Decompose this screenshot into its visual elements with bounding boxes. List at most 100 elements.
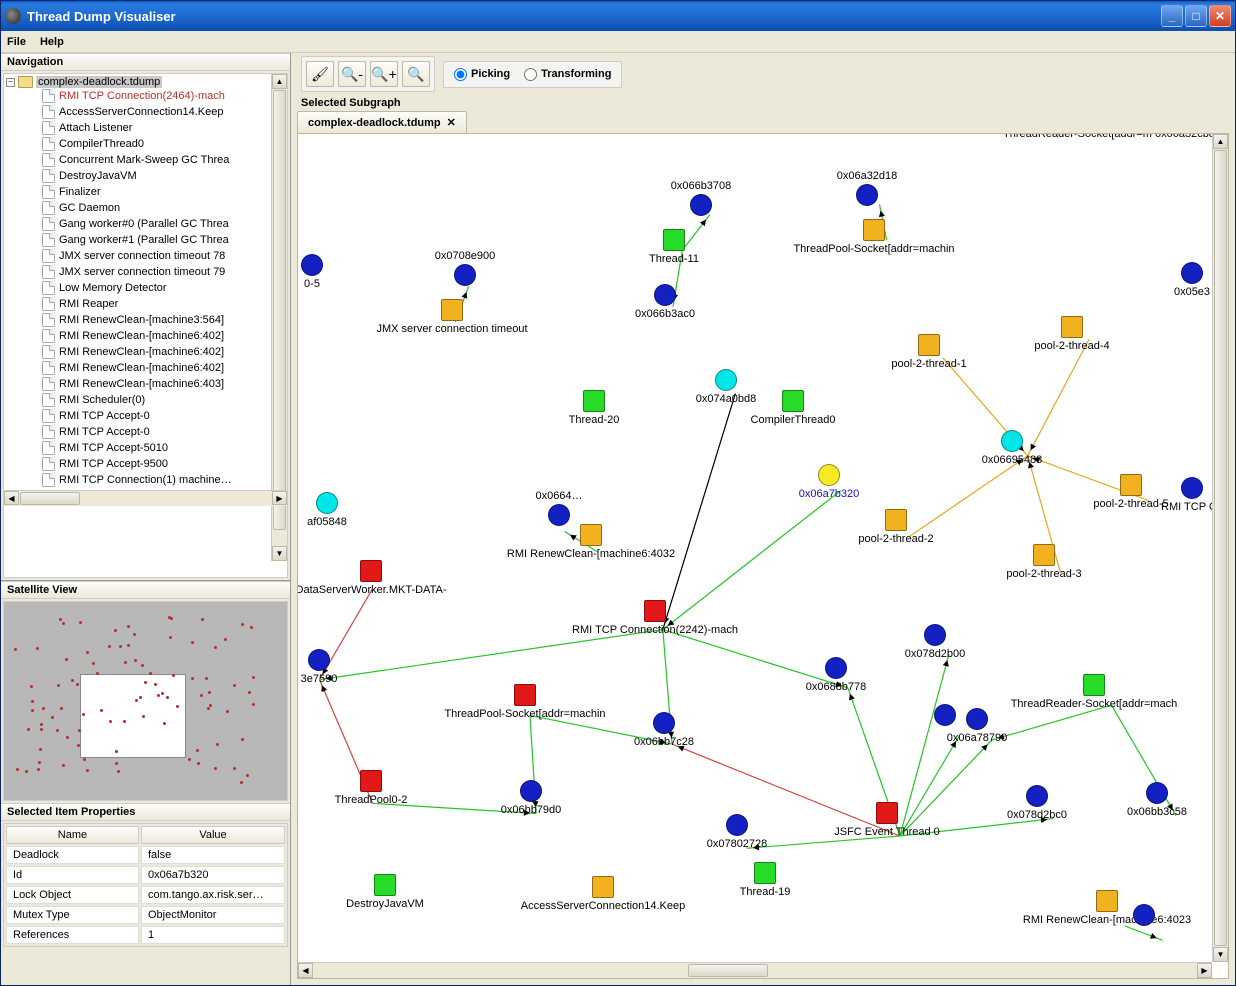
tree-item[interactable]: RMI RenewClean-[machine6:402]: [6, 360, 285, 376]
table-row[interactable]: Deadlockfalse: [6, 846, 285, 864]
graph-horizontal-scrollbar[interactable]: ◀ ▶: [298, 962, 1212, 978]
scroll-left-icon[interactable]: ◀: [298, 963, 313, 978]
satellite-view[interactable]: [3, 601, 288, 801]
scroll-down-icon[interactable]: ▼: [1213, 947, 1228, 962]
picking-radio[interactable]: Picking: [454, 68, 510, 81]
tree-item[interactable]: RMI TCP Connection(2464)-mach: [6, 88, 285, 104]
tree-item[interactable]: RMI TCP Accept-0: [6, 408, 285, 424]
graph-node[interactable]: [1181, 262, 1203, 284]
graph-node[interactable]: [454, 264, 476, 286]
tree-item[interactable]: AccessServerConnection14.Keep: [6, 104, 285, 120]
scroll-up-icon[interactable]: ▲: [272, 74, 287, 89]
nav-horizontal-scrollbar[interactable]: ◀ ▶: [4, 490, 287, 506]
graph-node[interactable]: [644, 600, 666, 622]
table-row[interactable]: Lock Objectcom.tango.ax.risk.ser…: [6, 886, 285, 904]
graph-node[interactable]: [1146, 782, 1168, 804]
graph-node[interactable]: [301, 254, 323, 276]
scroll-up-icon[interactable]: ▲: [1213, 134, 1228, 149]
graph-node[interactable]: [360, 770, 382, 792]
menu-file[interactable]: File: [7, 36, 26, 48]
tree-item[interactable]: RMI Reaper: [6, 296, 285, 312]
tree-item[interactable]: RMI RenewClean-[machine3:564]: [6, 312, 285, 328]
graph-node[interactable]: [825, 657, 847, 679]
graph-node[interactable]: [653, 712, 675, 734]
graph-node[interactable]: [1033, 544, 1055, 566]
graph-node[interactable]: [316, 492, 338, 514]
graph-node[interactable]: [782, 390, 804, 412]
graph-node[interactable]: [966, 708, 988, 730]
tab-dump[interactable]: complex-deadlock.tdump ✕: [297, 111, 467, 133]
graph-node[interactable]: [818, 464, 840, 486]
graph-node[interactable]: [934, 704, 956, 726]
tree-item[interactable]: RMI TCP Accept-0: [6, 424, 285, 440]
scroll-thumb[interactable]: [273, 90, 286, 530]
tree-item[interactable]: JMX server connection timeout 78: [6, 248, 285, 264]
scroll-thumb[interactable]: [1214, 150, 1227, 946]
tree-item[interactable]: Gang worker#1 (Parallel GC Threa: [6, 232, 285, 248]
graph-node[interactable]: [663, 229, 685, 251]
titlebar[interactable]: Thread Dump Visualiser _ □ ✕: [1, 1, 1235, 31]
graph-node[interactable]: [592, 876, 614, 898]
menu-help[interactable]: Help: [40, 36, 64, 48]
graph-node[interactable]: [918, 334, 940, 356]
tree-item[interactable]: GC Daemon: [6, 200, 285, 216]
graph-node[interactable]: [1181, 477, 1203, 499]
graph-node[interactable]: [690, 194, 712, 216]
graph-node[interactable]: [520, 780, 542, 802]
graph-node[interactable]: [308, 649, 330, 671]
graph-canvas[interactable]: 0x066b3708Thread-110x066b3ac00x06a32d18T…: [297, 133, 1229, 979]
scroll-right-icon[interactable]: ▶: [272, 491, 287, 505]
tree-item[interactable]: Attach Listener: [6, 120, 285, 136]
zoom-in-button[interactable]: 🔍+: [370, 61, 398, 87]
table-row[interactable]: Id0x06a7b320: [6, 866, 285, 884]
graph-node[interactable]: [863, 219, 885, 241]
graph-node[interactable]: [856, 184, 878, 206]
tree-item[interactable]: RMI TCP Connection(1) machine…: [6, 472, 285, 488]
table-row[interactable]: References1: [6, 926, 285, 944]
graph-node[interactable]: [1061, 316, 1083, 338]
close-button[interactable]: ✕: [1209, 5, 1231, 27]
satellite-viewport[interactable]: [80, 674, 186, 758]
graph-node[interactable]: [441, 299, 463, 321]
navigation-tree[interactable]: ⎯ complex-deadlock.tdump RMI TCP Connect…: [3, 73, 288, 578]
tree-item[interactable]: Concurrent Mark-Sweep GC Threa: [6, 152, 285, 168]
maximize-button[interactable]: □: [1185, 5, 1207, 27]
tree-item[interactable]: RMI Scheduler(0): [6, 392, 285, 408]
tree-item[interactable]: CompilerThread0: [6, 136, 285, 152]
graph-node[interactable]: [1083, 674, 1105, 696]
tree-item[interactable]: Finalizer: [6, 184, 285, 200]
nav-vertical-scrollbar[interactable]: ▲ ▼: [271, 74, 287, 561]
properties-header-name[interactable]: Name: [6, 826, 139, 844]
graph-node[interactable]: [1001, 430, 1023, 452]
graph-node[interactable]: [715, 369, 737, 391]
graph-node[interactable]: [924, 624, 946, 646]
minimize-button[interactable]: _: [1161, 5, 1183, 27]
tree-item[interactable]: Gang worker#0 (Parallel GC Threa: [6, 216, 285, 232]
scroll-thumb[interactable]: [20, 492, 80, 505]
graph-node[interactable]: [885, 509, 907, 531]
graph-node[interactable]: [1120, 474, 1142, 496]
graph-vertical-scrollbar[interactable]: ▲ ▼: [1212, 134, 1228, 962]
graph-node[interactable]: [1133, 904, 1155, 926]
tree-root-label[interactable]: complex-deadlock.tdump: [36, 76, 162, 88]
tree-item[interactable]: RMI TCP Accept-9500: [6, 456, 285, 472]
graph-node[interactable]: [654, 284, 676, 306]
table-row[interactable]: Mutex TypeObjectMonitor: [6, 906, 285, 924]
graph-node[interactable]: [580, 524, 602, 546]
graph-node[interactable]: [1096, 890, 1118, 912]
tree-item[interactable]: Low Memory Detector: [6, 280, 285, 296]
tree-item[interactable]: JMX server connection timeout 79: [6, 264, 285, 280]
brush-button[interactable]: 🖌: [306, 61, 334, 87]
graph-node[interactable]: [726, 814, 748, 836]
tree-item[interactable]: RMI TCP Accept-5010: [6, 440, 285, 456]
graph-node[interactable]: [583, 390, 605, 412]
graph-node[interactable]: [754, 862, 776, 884]
tree-toggle-icon[interactable]: ⎯: [6, 78, 15, 87]
tree-item[interactable]: RMI RenewClean-[machine6:402]: [6, 328, 285, 344]
graph-node[interactable]: [514, 684, 536, 706]
tree-item[interactable]: RMI RenewClean-[machine6:402]: [6, 344, 285, 360]
properties-header-value[interactable]: Value: [141, 826, 285, 844]
scroll-right-icon[interactable]: ▶: [1197, 963, 1212, 978]
graph-node[interactable]: [548, 504, 570, 526]
scroll-thumb[interactable]: [688, 964, 768, 977]
